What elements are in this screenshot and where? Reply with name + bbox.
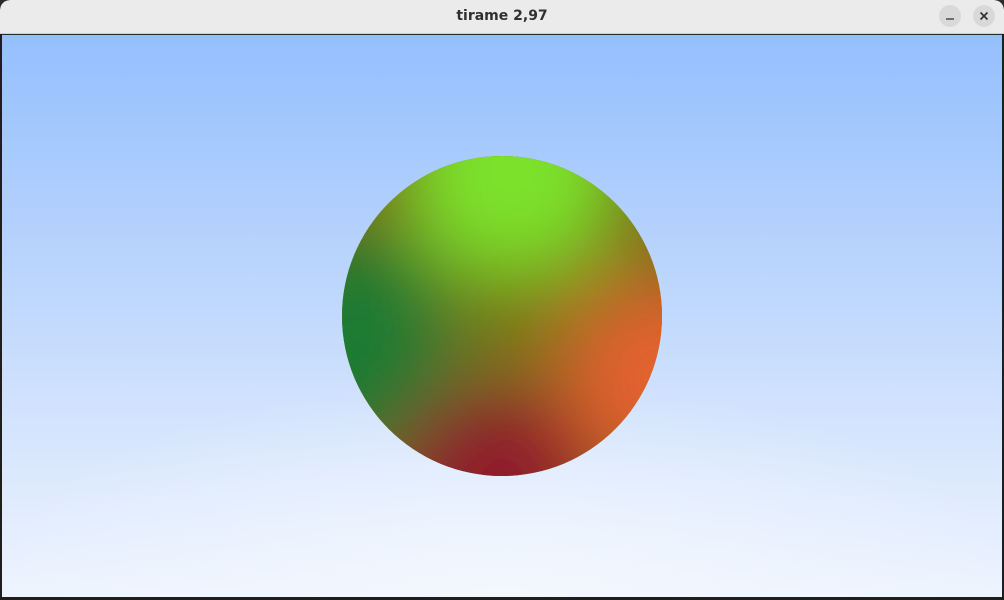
close-icon — [979, 11, 989, 21]
title-bar[interactable]: tirame 2,97 — [0, 0, 1004, 34]
minimize-button[interactable] — [939, 5, 961, 27]
close-button[interactable] — [973, 5, 995, 27]
rendered-sphere — [342, 156, 662, 476]
render-viewport[interactable] — [2, 35, 1002, 597]
window-title: tirame 2,97 — [456, 8, 548, 24]
app-window: tirame 2,97 — [0, 0, 1004, 600]
minimize-icon — [946, 18, 954, 20]
window-border-left — [0, 34, 2, 600]
